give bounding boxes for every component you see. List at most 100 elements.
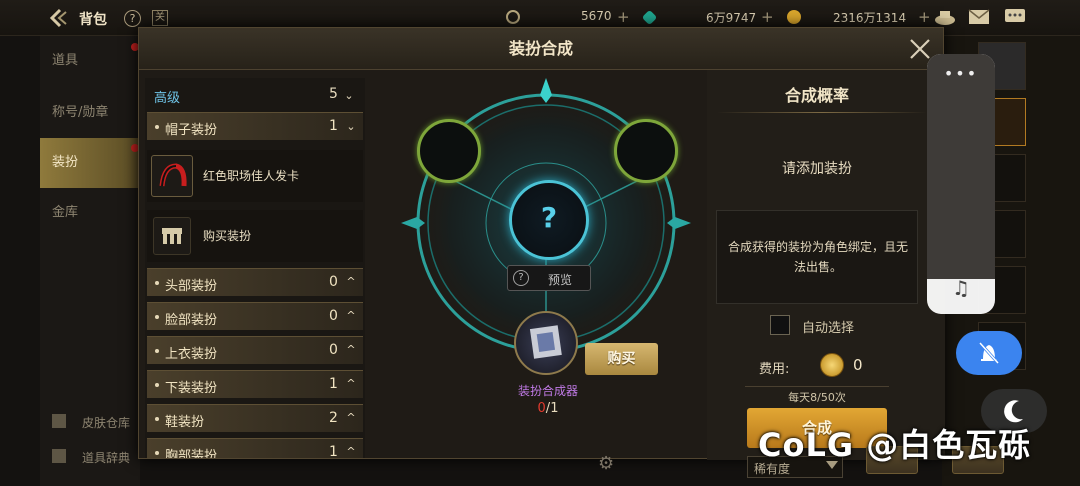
- buy-avatar-label: 购买装扮: [203, 229, 252, 243]
- nav-item-avatar[interactable]: 装扮: [40, 138, 140, 188]
- category-chest[interactable]: 胸部装扮 1 ^: [147, 438, 363, 458]
- category-label: 鞋装扮: [165, 415, 205, 430]
- synthesizer-item-icon[interactable]: [514, 311, 578, 375]
- chevron-up-icon: ^: [346, 343, 356, 356]
- currency-3-value: 2316万1314: [833, 11, 907, 25]
- grade-count: 5: [329, 86, 338, 102]
- gear-icon[interactable]: ⚙: [598, 453, 628, 475]
- add-currency-3-button[interactable]: +: [918, 8, 931, 26]
- chat-icon[interactable]: [1004, 8, 1026, 26]
- shop-icon[interactable]: [934, 8, 956, 26]
- category-top[interactable]: 上衣装扮 0 ^: [147, 336, 363, 364]
- back-arrow-icon[interactable]: [46, 7, 68, 29]
- hair-clip-icon: [151, 155, 193, 197]
- category-bottom[interactable]: 下装装扮 1 ^: [147, 370, 363, 398]
- bullet-icon: [155, 349, 159, 353]
- category-hat[interactable]: 帽子装扮 1 ⌄: [147, 112, 363, 140]
- category-count: 0: [329, 274, 338, 290]
- notice-box: 合成获得的装扮为角色绑定，且无法出售。: [716, 210, 918, 304]
- gold-coin-icon: [820, 353, 844, 377]
- nav-item-titles[interactable]: 称号/勋章: [40, 88, 140, 138]
- category-label: 头部装扮: [165, 279, 218, 294]
- auto-select-label: 自动选择: [802, 321, 855, 336]
- page-title: 背包: [79, 12, 107, 28]
- buy-avatar-link[interactable]: 购买装扮: [147, 210, 363, 262]
- category-label: 胸部装扮: [165, 449, 218, 458]
- category-label: 帽子装扮: [165, 123, 218, 138]
- broom-icon: [52, 414, 66, 428]
- watermark: CoLG @白色瓦砾: [758, 426, 1032, 464]
- add-avatar-prompt: 请添加装扮: [782, 161, 852, 177]
- bullet-icon: [155, 315, 159, 319]
- gold-coin-icon: [787, 10, 801, 24]
- item-dictionary-label: 道具辞典: [82, 451, 131, 465]
- category-face[interactable]: 脸部装扮 0 ^: [147, 302, 363, 330]
- category-label: 脸部装扮: [165, 313, 218, 328]
- buy-button[interactable]: 购买: [585, 343, 658, 375]
- notice-text: 合成获得的装扮为角色绑定，且无法出售。: [727, 240, 908, 274]
- info-icon[interactable]: 关: [152, 10, 168, 26]
- synthesizer-total: 1: [550, 401, 559, 416]
- add-currency-2-button[interactable]: +: [761, 8, 774, 26]
- currency-2-value: 6万9747: [706, 11, 757, 25]
- music-icon[interactable]: ♫: [948, 276, 974, 302]
- material-slot-right[interactable]: [614, 119, 678, 183]
- category-label: 上衣装扮: [165, 347, 218, 362]
- chevron-up-icon: ^: [346, 411, 356, 424]
- preview-button[interactable]: ? 预览: [507, 265, 591, 291]
- skin-storage-label: 皮肤仓库: [82, 416, 131, 430]
- bullet-icon: [155, 125, 159, 129]
- probability-title: 合成概率: [784, 86, 849, 105]
- preview-label: 预览: [548, 273, 573, 287]
- bullet-icon: [155, 281, 159, 285]
- bullet-icon: [155, 451, 159, 455]
- help-icon[interactable]: ?: [124, 10, 141, 27]
- book-icon: [52, 449, 66, 463]
- nav-item-vault[interactable]: 金库: [40, 188, 140, 238]
- grade-label: 高级: [154, 91, 181, 106]
- category-count: 0: [329, 342, 338, 358]
- list-item[interactable]: 红色职场佳人发卡: [147, 150, 363, 202]
- category-count: 0: [329, 308, 338, 324]
- item-label: 红色职场佳人发卡: [203, 169, 300, 183]
- result-slot[interactable]: ?: [509, 180, 589, 260]
- mail-icon[interactable]: [968, 8, 990, 26]
- category-count: 1: [329, 118, 338, 134]
- chevron-up-icon: ^: [346, 309, 356, 322]
- chevron-down-icon: ⌄: [346, 120, 356, 133]
- material-slot-left[interactable]: [417, 119, 481, 183]
- chevron-down-icon: ⌄: [344, 89, 354, 102]
- mute-bell-button[interactable]: [956, 331, 1022, 375]
- synthesizer-count: 0/1: [493, 401, 603, 416]
- synthesizer-current: 0: [537, 401, 546, 416]
- category-shoes[interactable]: 鞋装扮 2 ^: [147, 404, 363, 432]
- more-icon[interactable]: •••: [927, 64, 995, 83]
- dialog-header: 装扮合成: [139, 28, 943, 70]
- chevron-up-icon: ^: [346, 445, 356, 458]
- nav-item-items[interactable]: 道具: [40, 36, 140, 86]
- gem-icon: [641, 9, 658, 26]
- floating-window-content: •••: [927, 54, 995, 279]
- question-icon: ?: [540, 201, 558, 234]
- currency-coin-icon: [506, 10, 520, 24]
- probability-panel: 合成概率 请添加装扮 合成获得的装扮为角色绑定，且无法出售。 自动选择 费用: …: [707, 70, 945, 460]
- close-icon[interactable]: [907, 36, 933, 62]
- avatar-synthesis-dialog: 装扮合成 高级 5 ⌄ 帽子装扮 1 ⌄ 红色职场佳人发卡 购买装扮 头部装扮 …: [138, 27, 945, 460]
- category-list: 高级 5 ⌄ 帽子装扮 1 ⌄ 红色职场佳人发卡 购买装扮 头部装扮 0 ^ 脸…: [145, 78, 365, 458]
- auto-select-checkbox[interactable]: [770, 315, 790, 335]
- synthesizer-label: 装扮合成器: [517, 384, 578, 398]
- divider: [745, 386, 889, 387]
- category-count: 1: [329, 376, 338, 392]
- category-head[interactable]: 头部装扮 0 ^: [147, 268, 363, 296]
- category-count: 1: [329, 444, 338, 458]
- add-currency-1-button[interactable]: +: [617, 8, 630, 26]
- shop-icon: [153, 217, 191, 255]
- help-icon: ?: [513, 270, 529, 286]
- currency-1-value: 5670: [581, 9, 612, 23]
- grade-selector[interactable]: 高级 5 ⌄: [145, 78, 365, 112]
- bullet-icon: [155, 383, 159, 387]
- fee-label: 费用:: [759, 362, 790, 377]
- divider: [717, 112, 927, 113]
- daily-limit: 每天8/50次: [788, 391, 846, 404]
- dialog-title: 装扮合成: [508, 39, 573, 58]
